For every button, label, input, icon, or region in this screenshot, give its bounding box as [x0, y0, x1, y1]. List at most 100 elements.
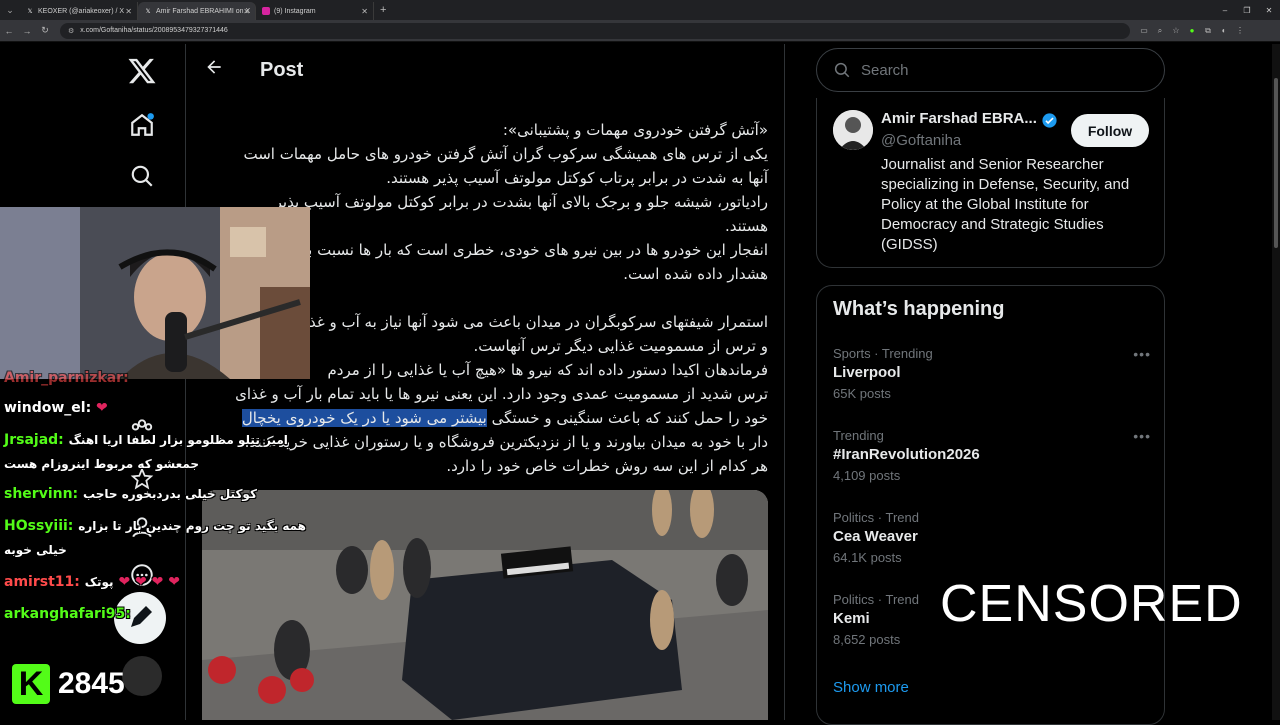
profile-card: Amir Farshad EBRA... @Goftaniha Follow J… — [816, 98, 1165, 268]
tab-title: Amir Farshad EBRAHIMI on X — [156, 7, 251, 15]
close-icon[interactable]: ✕ — [125, 7, 132, 16]
back-arrow-icon[interactable] — [204, 57, 224, 83]
address-bar-row: ← → ↻ ⚙ x.com/Goftaniha/status/200895347… — [0, 20, 1280, 42]
trend-category: Trending — [833, 428, 884, 443]
chat-text: همه بگید تو چت روم چندین بار تا بزاره — [78, 519, 306, 533]
verified-badge-icon — [1042, 113, 1057, 128]
trend-category: Sports · Trending — [833, 346, 933, 361]
chat-message: window_el: ❤ — [4, 400, 108, 416]
cast-icon[interactable]: ▭ — [1136, 26, 1152, 35]
chat-message: amirst11: پوتک ❤ ❤ ❤ ❤ — [4, 574, 180, 590]
profile-name[interactable]: Amir Farshad EBRA... — [881, 110, 1037, 127]
search-icon — [834, 62, 850, 78]
close-icon[interactable]: ✕ — [361, 7, 368, 16]
explore-search-icon[interactable] — [129, 163, 155, 189]
chat-username: Jrsajad: — [4, 432, 64, 448]
window-controls: – ❐ ✕ — [1214, 0, 1280, 20]
trend-count: 8,652 posts — [833, 632, 901, 647]
reload-button[interactable]: ↻ — [36, 25, 54, 36]
column-divider — [784, 44, 785, 720]
chat-text: پوتک — [84, 575, 114, 589]
stream-chat-overlay: Amir_parnizkar: window_el: ❤ Jrsajad: ام… — [0, 370, 306, 630]
page-title: Post — [260, 58, 304, 81]
streamer-webcam — [0, 207, 310, 379]
show-more-link[interactable]: Show more — [833, 679, 909, 696]
browser-tab-instagram[interactable]: (9) Instagram ✕ — [256, 2, 374, 20]
tweet-line: آنها به شدت در برابر پرتاب کوکتل مولوتف … — [386, 169, 768, 187]
kick-logo-icon: K — [12, 664, 50, 704]
close-window-button[interactable]: ✕ — [1258, 6, 1280, 15]
whats-happening-panel: What’s happening Sports · Trending Liver… — [816, 285, 1165, 725]
x-logo-icon[interactable] — [127, 56, 157, 86]
more-options-icon[interactable]: ••• — [1133, 428, 1151, 444]
trend-count: 4,109 posts — [833, 468, 901, 483]
chat-username: window_el: — [4, 400, 92, 416]
kick-viewer-counter: K 2845 — [12, 664, 125, 704]
chat-username: Amir_parnizkar: — [4, 370, 129, 386]
trend-name: #IranRevolution2026 — [833, 446, 980, 463]
close-icon[interactable]: ✕ — [243, 7, 250, 16]
chat-message: Jrsajad: امیر تتلو مظلومو بزار لطفا اریا… — [4, 432, 288, 448]
post-header: Post — [186, 44, 784, 96]
new-tab-button[interactable]: + — [380, 4, 386, 16]
zoom-icon[interactable]: ⌕ — [1152, 26, 1168, 36]
browser-tab-amir[interactable]: 𝕏 Amir Farshad EBRAHIMI on X ✕ — [138, 2, 256, 20]
browser-tab-keoxer[interactable]: 𝕏 KEOXER (@ariakeoxer) / X ✕ — [20, 2, 138, 20]
tab-title: (9) Instagram — [274, 7, 316, 15]
trend-count: 64.1K posts — [833, 550, 902, 565]
account-avatar[interactable] — [122, 656, 162, 696]
tab-search-icon[interactable]: ⌄ — [0, 0, 20, 20]
emote-icon: ❤ ❤ ❤ ❤ — [118, 574, 180, 590]
x-icon: 𝕏 — [27, 8, 33, 15]
extension-icon[interactable]: ● — [1184, 26, 1200, 35]
maximize-button[interactable]: ❐ — [1236, 6, 1258, 15]
forward-button[interactable]: → — [18, 26, 36, 36]
menu-icon[interactable]: ⋮ — [1232, 26, 1248, 35]
chat-message: Amir_parnizkar: — [4, 370, 129, 386]
chat-text: خیلی خوبه — [4, 543, 67, 557]
censored-overlay-text: CENSORED — [940, 575, 1243, 633]
chat-message: shervinn: کوکتل خیلی بدردبخوره حاجب — [4, 486, 257, 502]
chat-message: جمعشو که مربوط اینروزام هست — [4, 456, 199, 472]
trend-name: Liverpool — [833, 364, 901, 381]
site-info-icon[interactable]: ⚙ — [68, 27, 74, 35]
chat-username: shervinn: — [4, 486, 79, 502]
trend-item[interactable]: Politics · Trend Cea Weaver 64.1K posts — [833, 510, 1153, 565]
trend-item[interactable]: Trending #IranRevolution2026 4,109 posts… — [833, 428, 1153, 483]
trends-title: What’s happening — [833, 298, 1005, 320]
tab-title: KEOXER (@ariakeoxer) / X — [38, 7, 125, 15]
profile-avatar[interactable]: ◐ — [1216, 26, 1232, 35]
url-input[interactable]: ⚙ x.com/Goftaniha/status/200895347932737… — [60, 22, 1130, 39]
home-icon[interactable] — [129, 112, 155, 138]
instagram-icon — [262, 7, 270, 15]
chat-message: خیلی خوبه — [4, 542, 67, 558]
chat-username: arkanghafari95: — [4, 606, 131, 622]
url-text: x.com/Goftaniha/status/20089534793273714… — [80, 27, 228, 34]
webcam-video — [0, 207, 310, 379]
profile-bio: Journalist and Senior Researcher special… — [881, 156, 1130, 253]
back-button[interactable]: ← — [0, 26, 18, 36]
more-options-icon[interactable]: ••• — [1133, 346, 1151, 362]
search-placeholder: Search — [861, 61, 909, 79]
viewer-count: 2845 — [58, 667, 125, 700]
scrollbar-thumb[interactable] — [1274, 78, 1278, 248]
toolbar-icons: ▭ ⌕ ☆ ● ⧉ ◐ ⋮ — [1136, 26, 1248, 36]
x-icon: 𝕏 — [145, 8, 151, 15]
extensions-puzzle-icon[interactable]: ⧉ — [1200, 26, 1216, 36]
trend-category: Politics · Trend — [833, 510, 919, 525]
profile-handle[interactable]: @Goftaniha — [881, 132, 961, 149]
avatar[interactable] — [833, 110, 873, 150]
chat-message: HOssyiii: همه بگید تو چت روم چندین بار ت… — [4, 518, 306, 534]
tweet-line: «آتش گرفتن خودروی مهمات و پشتیبانی»: — [502, 121, 768, 139]
chat-text: کوکتل خیلی بدردبخوره حاجب — [83, 487, 257, 501]
trend-item[interactable]: Sports · Trending Liverpool 65K posts ••… — [833, 346, 1153, 401]
chat-username: amirst11: — [4, 574, 80, 590]
browser-tab-bar: ⌄ 𝕏 KEOXER (@ariakeoxer) / X ✕ 𝕏 Amir Fa… — [0, 0, 1280, 20]
trend-count: 65K posts — [833, 386, 891, 401]
follow-button[interactable]: Follow — [1071, 114, 1149, 147]
bookmark-star-icon[interactable]: ☆ — [1168, 26, 1184, 35]
chat-username: HOssyiii: — [4, 518, 74, 534]
search-input[interactable]: Search — [816, 48, 1165, 92]
chat-text: جمعشو که مربوط اینروزام هست — [4, 457, 200, 471]
minimize-button[interactable]: – — [1214, 6, 1236, 15]
